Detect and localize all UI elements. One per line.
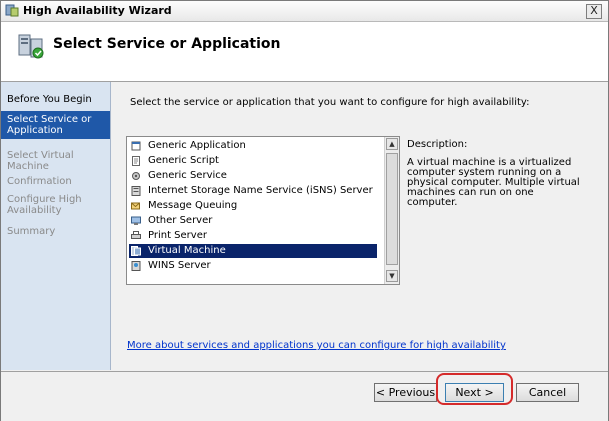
generic-service-icon: [132, 172, 140, 180]
list-scrollbar[interactable]: ▲ ▼: [384, 137, 399, 284]
generic-application-icon: [131, 141, 141, 151]
wizard-header: Select Service or Application: [1, 22, 608, 82]
print-server-icon: [131, 231, 141, 239]
service-list[interactable]: Generic Application Generic Script Gener…: [126, 136, 400, 285]
list-item-generic-service[interactable]: Generic Service: [129, 169, 377, 183]
wizard-window: High Availability Wizard X Select Servic…: [0, 0, 609, 421]
list-item-print-server[interactable]: Print Server: [129, 229, 377, 243]
step-select-virtual-machine: Select Virtual Machine: [7, 150, 74, 172]
scroll-down-arrow-icon[interactable]: ▼: [386, 270, 398, 282]
instruction-text: Select the service or application that y…: [130, 97, 530, 108]
description-text: A virtual machine is a virtualized compu…: [407, 157, 580, 208]
list-item-label: Generic Script: [148, 155, 219, 166]
scroll-thumb[interactable]: [386, 153, 398, 265]
more-info-link[interactable]: More about services and applications you…: [127, 340, 506, 351]
list-item-label: WINS Server: [148, 260, 211, 271]
wizard-footer: < Previous Next > Cancel: [1, 371, 608, 421]
page-title: Select Service or Application: [53, 36, 281, 52]
message-queuing-icon: [131, 202, 140, 210]
wizard-app-icon: [5, 4, 19, 17]
list-item-label: Print Server: [148, 230, 207, 241]
list-item-other-server[interactable]: Other Server: [129, 214, 377, 228]
isns-server-icon: [131, 186, 141, 196]
previous-button[interactable]: < Previous: [374, 383, 437, 402]
list-item-isns-server[interactable]: Internet Storage Name Service (iSNS) Ser…: [129, 184, 377, 198]
virtual-machine-icon: [131, 246, 141, 256]
other-server-icon: [131, 216, 141, 225]
window-title: High Availability Wizard: [23, 4, 172, 17]
main-content: Select the service or application that y…: [111, 82, 608, 370]
list-item-label: Message Queuing: [148, 200, 238, 211]
list-item-virtual-machine[interactable]: Virtual Machine: [129, 244, 377, 258]
list-item-wins-server[interactable]: WINS Server: [129, 259, 377, 273]
step-configure-high-availability: Configure High Availability: [7, 194, 82, 216]
description-label: Description:: [407, 139, 468, 150]
title-bar[interactable]: High Availability Wizard X: [1, 1, 608, 22]
step-select-service-or-application[interactable]: Select Service or Application: [1, 111, 110, 139]
list-item-label: Internet Storage Name Service (iSNS) Ser…: [148, 185, 373, 196]
list-item-label: Other Server: [148, 215, 213, 226]
cancel-button[interactable]: Cancel: [516, 383, 579, 402]
list-item-message-queuing[interactable]: Message Queuing: [129, 199, 377, 213]
step-summary: Summary: [7, 226, 56, 237]
close-button[interactable]: X: [586, 4, 602, 19]
step-before-you-begin[interactable]: Before You Begin: [1, 94, 110, 105]
wizard-steps-sidebar: Before You Begin Select Service or Appli…: [1, 82, 111, 370]
generic-script-icon: [132, 156, 140, 166]
wins-server-icon: [131, 261, 141, 271]
step-confirmation: Confirmation: [7, 176, 72, 187]
list-item-label: Virtual Machine: [148, 245, 226, 256]
list-item-label: Generic Application: [148, 140, 246, 151]
list-item-label: Generic Service: [148, 170, 227, 181]
next-button-highlight: [436, 373, 513, 405]
cluster-wizard-icon: [18, 34, 44, 59]
scroll-up-arrow-icon[interactable]: ▲: [386, 138, 398, 150]
list-item-generic-script[interactable]: Generic Script: [129, 154, 377, 168]
list-item-generic-application[interactable]: Generic Application: [129, 139, 377, 153]
